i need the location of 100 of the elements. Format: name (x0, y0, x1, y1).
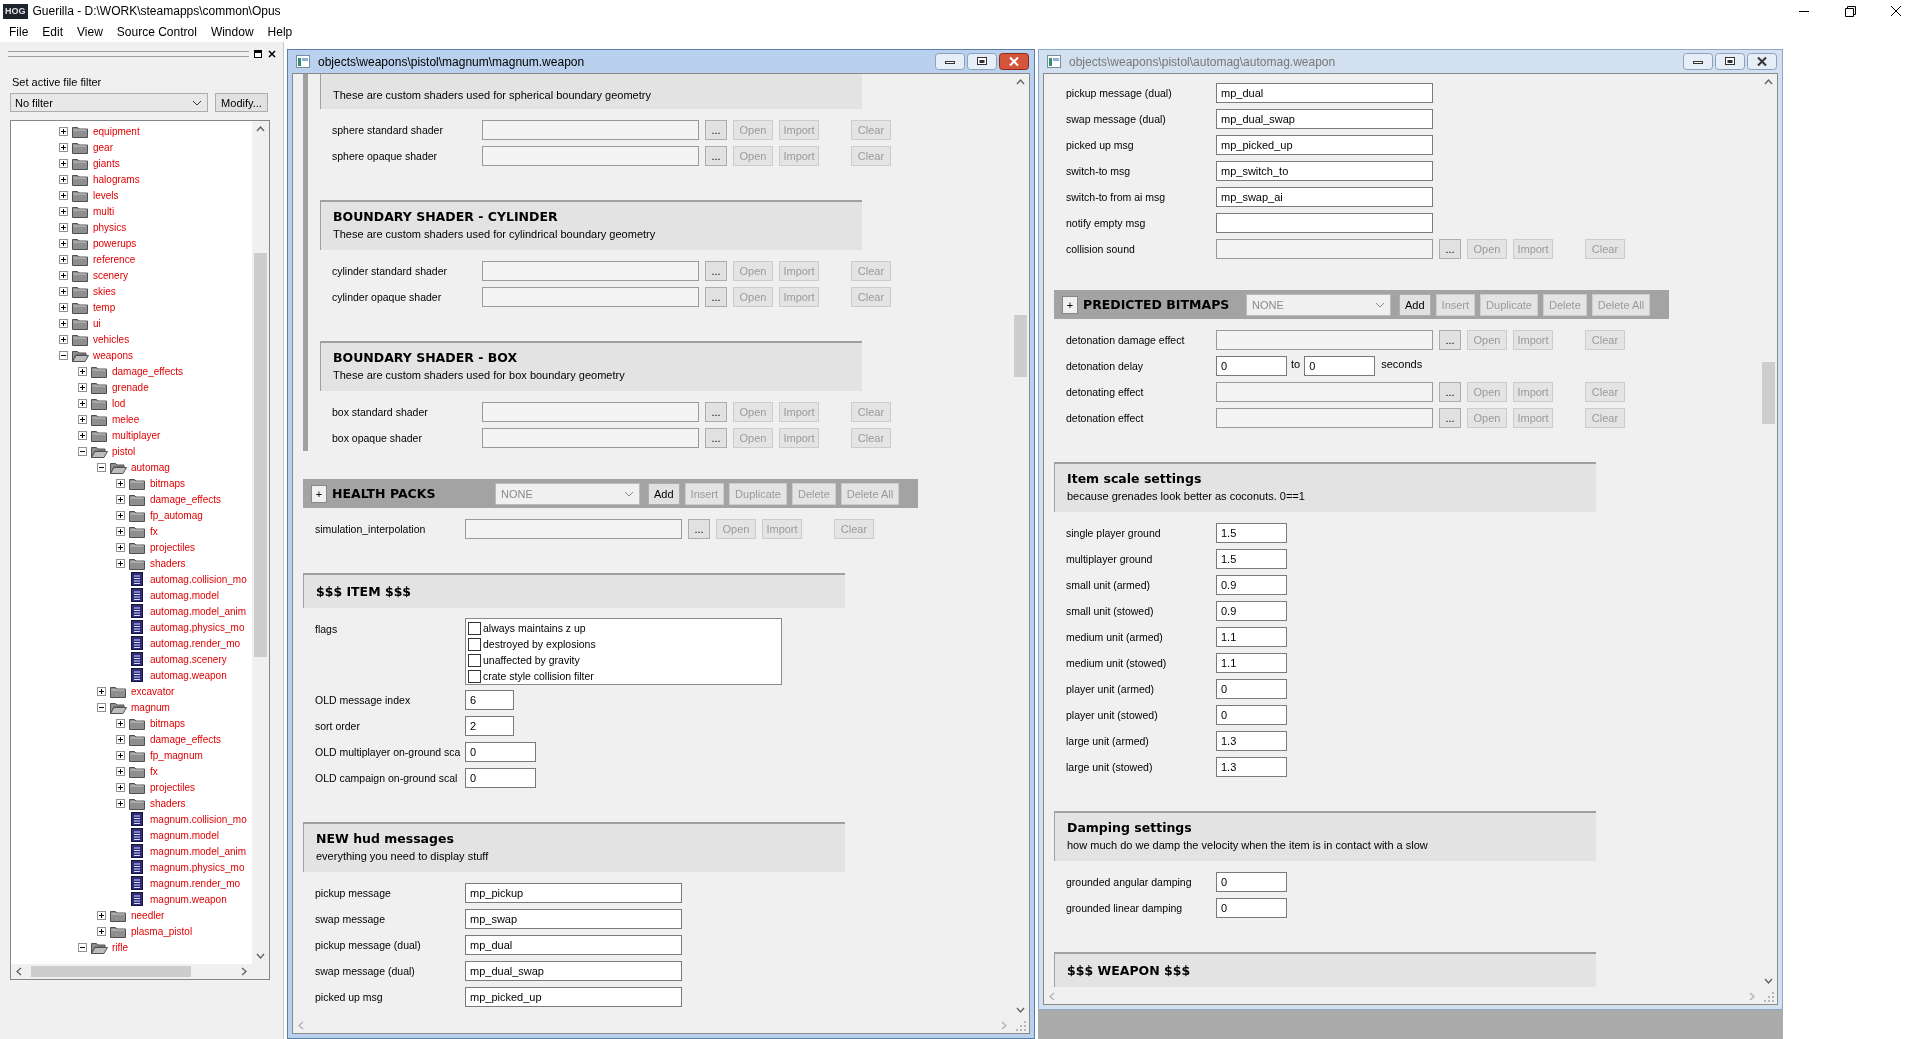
add-button[interactable]: Add (1399, 293, 1431, 316)
browse-button[interactable]: ... (705, 261, 727, 281)
input-field[interactable]: 0 (1216, 679, 1287, 699)
maximize-icon[interactable] (967, 53, 997, 70)
input-field[interactable]: mp_dual (465, 935, 682, 955)
expand-icon[interactable] (115, 478, 125, 488)
input-field[interactable]: 0 (1216, 872, 1287, 892)
expand-icon[interactable] (115, 734, 125, 744)
browse-button[interactable]: ... (705, 287, 727, 307)
checkbox[interactable] (468, 653, 481, 667)
filter-dropdown[interactable]: No filter (10, 93, 208, 112)
input-field[interactable]: 0 (1216, 705, 1287, 725)
browse-button[interactable]: ... (1439, 239, 1461, 259)
tree-item[interactable]: multi (93, 205, 115, 217)
collapse-icon[interactable] (77, 446, 87, 456)
close-icon[interactable] (999, 53, 1029, 70)
expand-icon[interactable] (115, 510, 125, 520)
tree-item[interactable]: fx (150, 765, 158, 777)
tree-item[interactable]: giants (93, 157, 120, 169)
browse-button[interactable]: ... (705, 120, 727, 140)
tree-item[interactable]: automag.model (150, 589, 219, 601)
tag-path-field[interactable] (482, 120, 699, 140)
browse-button[interactable]: ... (1439, 330, 1461, 350)
input-field[interactable]: 1.5 (1216, 549, 1287, 569)
tree-item[interactable]: levels (93, 189, 119, 201)
input-field[interactable]: mp_switch_to (1216, 161, 1433, 181)
browse-button[interactable]: ... (688, 519, 710, 539)
close-icon[interactable] (267, 49, 277, 59)
expand-icon[interactable] (96, 926, 106, 936)
tree-item[interactable]: reference (93, 253, 136, 265)
collapse-icon[interactable] (96, 702, 106, 712)
tag-path-field[interactable] (482, 428, 699, 448)
tree-item[interactable]: automag.physics_mo (150, 621, 245, 633)
tree-item[interactable]: physics (93, 221, 127, 233)
input-field[interactable]: mp_swap (465, 909, 682, 929)
tree-item[interactable]: fp_automag (150, 509, 203, 521)
tree-item[interactable]: fx (150, 525, 158, 537)
input-field[interactable]: 0 (1216, 356, 1287, 376)
browse-button[interactable]: ... (705, 146, 727, 166)
tree-item[interactable]: damage_effects (150, 733, 221, 745)
input-field[interactable]: 2 (465, 716, 514, 736)
expand-icon[interactable] (58, 126, 68, 136)
tag-path-field[interactable] (482, 287, 699, 307)
expand-button[interactable]: + (1062, 295, 1078, 314)
tree-item[interactable]: magnum.model_anim (150, 845, 247, 857)
expand-icon[interactable] (58, 222, 68, 232)
input-field[interactable]: 1.1 (1216, 653, 1287, 673)
input-field[interactable]: 1.5 (1216, 523, 1287, 543)
collapse-icon[interactable] (58, 350, 68, 360)
menu-item[interactable]: File (2, 23, 36, 41)
scrollbar-thumb[interactable] (254, 253, 267, 657)
tree-item[interactable]: automag.scenery (150, 653, 227, 665)
expand-icon[interactable] (115, 750, 125, 760)
input-field[interactable]: mp_picked_up (1216, 135, 1433, 155)
menu-item[interactable]: Help (260, 23, 300, 41)
tree-item[interactable]: gear (93, 141, 113, 153)
tree-item[interactable]: temp (93, 301, 116, 313)
input-field[interactable]: 6 (465, 690, 514, 710)
tree-item[interactable]: melee (112, 413, 140, 425)
input-field[interactable]: 0 (1216, 898, 1287, 918)
tree-item[interactable]: rifle (112, 941, 129, 953)
input-field[interactable]: mp_dual_swap (1216, 109, 1433, 129)
tag-path-field[interactable] (1216, 408, 1433, 428)
expand-icon[interactable] (77, 366, 87, 376)
close-icon[interactable] (1747, 53, 1777, 70)
expand-icon[interactable] (58, 254, 68, 264)
scrollbar-thumb[interactable] (1014, 315, 1027, 377)
input-field[interactable] (1216, 213, 1433, 233)
tree-item[interactable]: scenery (93, 269, 128, 281)
expand-icon[interactable] (115, 718, 125, 728)
scrollbar-thumb[interactable] (31, 966, 191, 977)
menu-item[interactable]: Window (203, 23, 261, 41)
tree-item[interactable]: bitmaps (150, 717, 185, 729)
tree-item[interactable]: projectiles (150, 781, 196, 793)
expand-icon[interactable] (96, 686, 106, 696)
expand-icon[interactable] (77, 398, 87, 408)
tree-item[interactable]: automag.weapon (150, 669, 227, 681)
tree-item[interactable]: vehicles (93, 333, 130, 345)
input-field[interactable]: 0 (465, 742, 536, 762)
browse-button[interactable]: ... (705, 402, 727, 422)
expand-icon[interactable] (77, 430, 87, 440)
tree-item[interactable]: magnum.model (150, 829, 219, 841)
tree-item[interactable]: magnum (131, 701, 170, 713)
menu-item[interactable]: View (70, 23, 110, 41)
add-button[interactable]: Add (648, 482, 680, 505)
tag-path-field[interactable] (1216, 330, 1433, 350)
input-field[interactable]: mp_dual_swap (465, 961, 682, 981)
expand-icon[interactable] (115, 542, 125, 552)
input-field[interactable]: 1.3 (1216, 757, 1287, 777)
expand-button[interactable]: + (311, 484, 327, 503)
input-field[interactable]: 1.3 (1216, 731, 1287, 751)
expand-icon[interactable] (58, 302, 68, 312)
tree-item[interactable]: weapons (93, 349, 134, 361)
minimize-icon[interactable] (1683, 53, 1713, 70)
expand-icon[interactable] (58, 238, 68, 248)
input-field[interactable]: mp_dual (1216, 83, 1433, 103)
checkbox[interactable] (468, 621, 481, 635)
expand-icon[interactable] (115, 526, 125, 536)
input-field[interactable]: mp_pickup (465, 883, 682, 903)
checkbox[interactable] (468, 669, 481, 683)
